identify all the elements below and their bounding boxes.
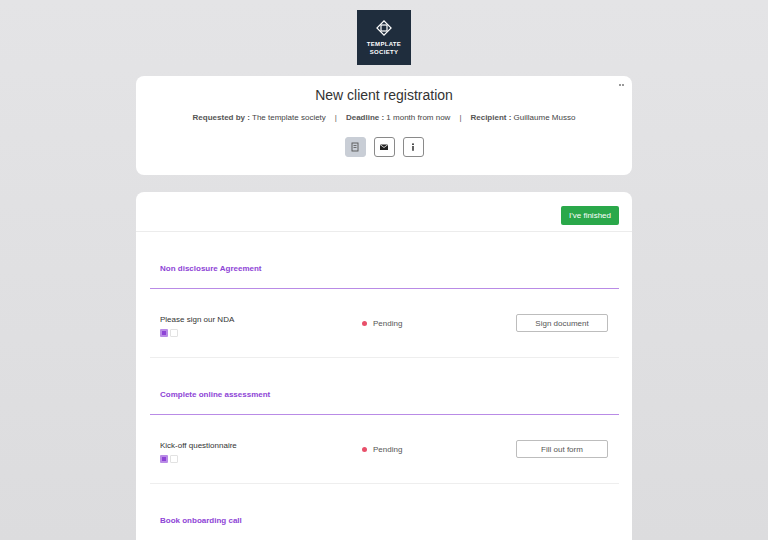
view-switcher [150, 137, 618, 157]
logo: TEMPLATESOCIETY [357, 10, 411, 65]
task-name: Please sign our NDA [160, 315, 362, 325]
meta-item: Recipient : Guillaume Musso [470, 113, 575, 123]
section-title: Non disclosure Agreement [150, 232, 619, 289]
request-meta: Requested by : The template society | Dead… [150, 113, 618, 123]
section-title: Book onboarding call [150, 484, 619, 540]
envelope-icon [379, 142, 389, 152]
finish-button[interactable]: I've finished [561, 206, 619, 225]
document-view-button[interactable] [345, 137, 366, 157]
note-icon [170, 329, 178, 337]
task-card: I've finishedNon disclosure AgreementPle… [136, 192, 632, 540]
task-row: Please sign our NDAPendingSign document [150, 289, 619, 358]
task-status: Pending [362, 319, 516, 328]
task-name: Kick-off questionnaire [160, 441, 362, 451]
email-view-button[interactable] [374, 137, 395, 157]
knot-icon [375, 19, 393, 37]
task-row: Kick-off questionnairePendingFill out fo… [150, 415, 619, 484]
task-section: Book onboarding call [150, 484, 619, 540]
required-icon [160, 455, 168, 463]
info-view-button[interactable] [403, 137, 424, 157]
task-toolbar: I've finished [136, 192, 632, 232]
meta-item: Deadline : 1 month from now [346, 113, 450, 123]
meta-separator: | [459, 113, 461, 123]
logo-text: SOCIETY [370, 49, 398, 56]
section-title: Complete online assessment [150, 358, 619, 415]
document-icon [350, 142, 360, 152]
request-title: New client registration [150, 86, 618, 104]
logo-text: TEMPLATE [367, 41, 401, 48]
meta-separator: | [335, 113, 337, 123]
task-section: Non disclosure AgreementPlease sign our … [150, 232, 619, 358]
request-card: New client registration Requested by : Th… [136, 76, 632, 175]
meta-item: Requested by : The template society [193, 113, 326, 123]
status-dot-icon [362, 321, 367, 326]
note-icon [170, 455, 178, 463]
required-icon [160, 329, 168, 337]
info-icon [408, 142, 418, 152]
background-photo: TEMPLATESOCIETY New client registration Re… [0, 0, 768, 540]
task-action-button[interactable]: Sign document [516, 314, 608, 332]
status-dot-icon [362, 447, 367, 452]
drag-handle-icon[interactable] [619, 84, 624, 86]
task-action-button[interactable]: Fill out form [516, 440, 608, 458]
task-section: Complete online assessmentKick-off quest… [150, 358, 619, 484]
task-status: Pending [362, 445, 516, 454]
